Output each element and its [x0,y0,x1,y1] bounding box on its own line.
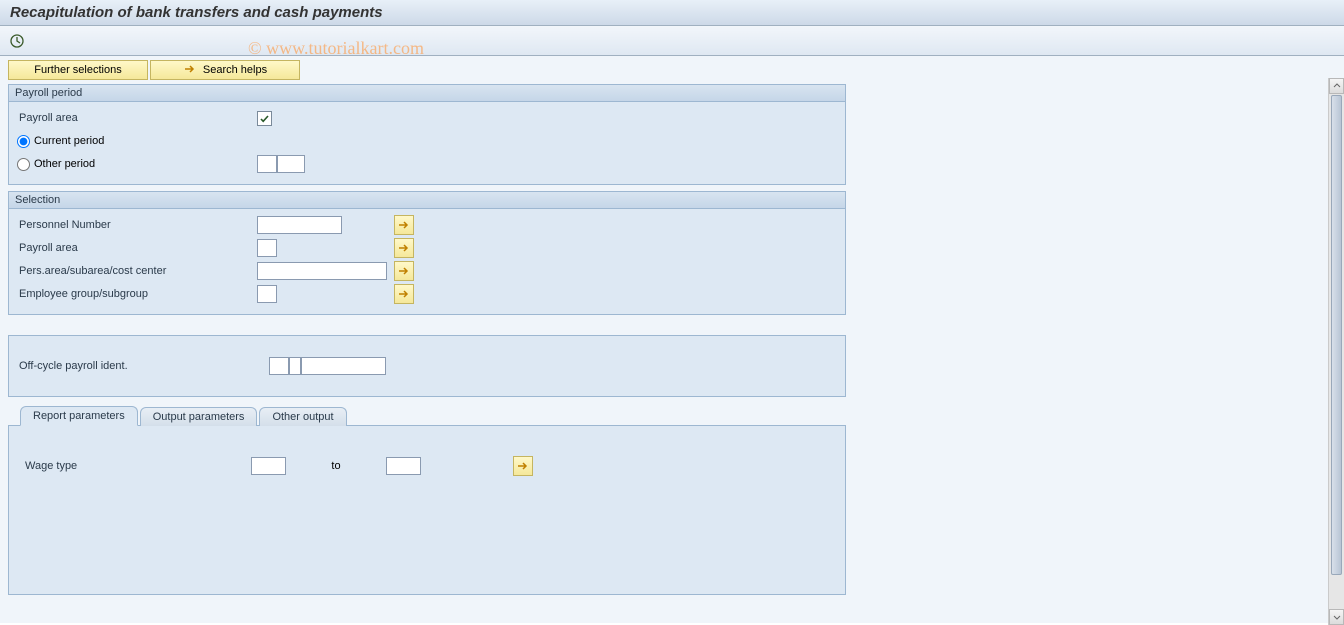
tab-output-parameters[interactable]: Output parameters [140,407,258,426]
other-period-field1[interactable] [257,155,277,173]
offcycle-input1[interactable] [269,357,289,375]
title-bar: Recapitulation of bank transfers and cas… [0,0,1344,26]
payroll-area-sel-label: Payroll area [17,242,257,254]
tab-container: Report parameters Output parameters Othe… [8,405,846,595]
payroll-area-sel-input[interactable] [257,239,277,257]
employee-group-multi-button[interactable] [394,284,414,304]
pers-area-input[interactable] [257,262,387,280]
wage-type-multi-button[interactable] [513,456,533,476]
selection-button-bar: Further selections Search helps [0,56,1344,82]
current-period-input[interactable] [17,135,30,148]
scroll-thumb[interactable] [1331,95,1342,575]
content-area: Further selections Search helps Payroll … [0,56,1344,623]
other-period-label: Other period [34,158,95,170]
wage-type-to-input[interactable] [386,457,421,475]
tab-report-parameters[interactable]: Report parameters [20,406,138,426]
payroll-period-title: Payroll period [9,85,845,102]
execute-icon[interactable] [8,32,26,50]
offcycle-group: Off-cycle payroll ident. [8,335,846,397]
search-helps-label: Search helps [203,64,267,76]
selection-group: Selection Personnel Number Payroll area … [8,191,846,315]
scroll-up-button[interactable] [1329,78,1344,94]
arrow-right-icon [183,63,197,77]
employee-group-input[interactable] [257,285,277,303]
personnel-number-label: Personnel Number [17,219,257,231]
to-label: to [286,460,386,472]
further-selections-button[interactable]: Further selections [8,60,148,80]
employee-group-label: Employee group/subgroup [17,288,257,300]
selection-title: Selection [9,192,845,209]
payroll-period-group: Payroll period Payroll area Current peri… [8,84,846,185]
vertical-scrollbar[interactable] [1328,78,1344,625]
personnel-number-input[interactable] [257,216,342,234]
pers-area-label: Pers.area/subarea/cost center [17,265,257,277]
current-period-radio[interactable]: Current period [17,135,257,148]
page-title: Recapitulation of bank transfers and cas… [10,4,383,21]
current-period-label: Current period [34,135,104,147]
payroll-area-label: Payroll area [17,112,257,124]
payroll-area-required-icon[interactable] [257,111,272,126]
payroll-area-multi-button[interactable] [394,238,414,258]
wage-type-from-input[interactable] [251,457,286,475]
offcycle-input2[interactable] [289,357,301,375]
pers-area-multi-button[interactable] [394,261,414,281]
tab-other-output[interactable]: Other output [259,407,346,426]
wage-type-label: Wage type [23,460,251,472]
other-period-radio[interactable]: Other period [17,158,257,171]
personnel-number-multi-button[interactable] [394,215,414,235]
tab-strip: Report parameters Output parameters Othe… [8,405,846,425]
tab-body: Wage type to [8,425,846,595]
scroll-down-button[interactable] [1329,609,1344,625]
other-period-field2[interactable] [277,155,305,173]
app-toolbar [0,26,1344,56]
search-helps-button[interactable]: Search helps [150,60,300,80]
other-period-input[interactable] [17,158,30,171]
offcycle-label: Off-cycle payroll ident. [17,360,269,372]
offcycle-input3[interactable] [301,357,386,375]
